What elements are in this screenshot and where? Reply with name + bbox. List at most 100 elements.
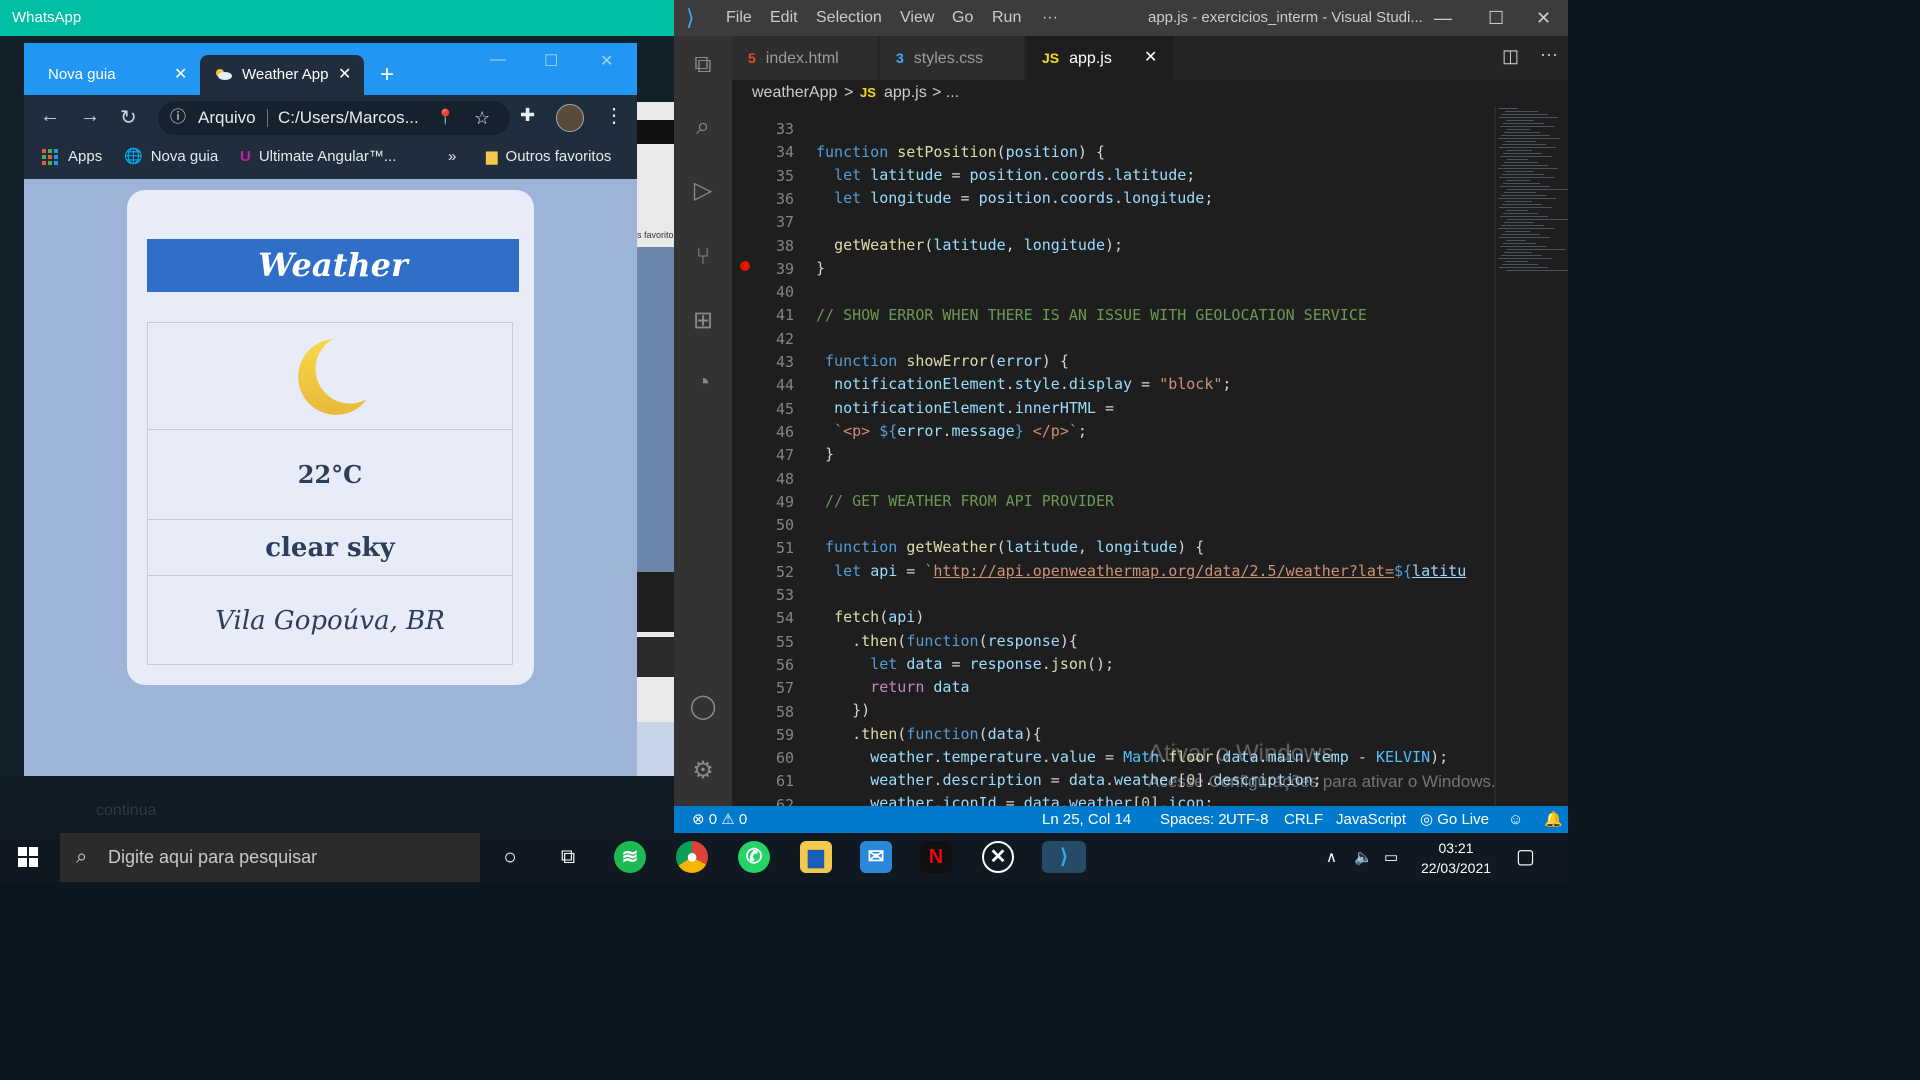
menu-go[interactable]: Go [952, 0, 973, 36]
mail-icon[interactable]: ✉ [860, 841, 892, 873]
minimap-line [1504, 192, 1536, 193]
tab-index-html[interactable]: 5 index.html [732, 36, 878, 80]
line-number: 46 [775, 422, 794, 441]
volume-icon[interactable]: 🔈 [1354, 833, 1373, 882]
minimize-icon[interactable]: — [490, 51, 506, 69]
tray-chevron-icon[interactable]: ∧ [1326, 833, 1337, 882]
tab-nova-guia[interactable]: Nova guia ✕ [24, 55, 196, 95]
menu-selection[interactable]: Selection [816, 0, 882, 36]
indentation[interactable]: Spaces: 2 [1160, 806, 1227, 833]
system-clock[interactable]: 03:21 22/03/2021 [1416, 838, 1496, 878]
action-center-icon[interactable]: ▢ [1516, 833, 1535, 882]
netflix-icon[interactable]: N [920, 841, 952, 873]
taskbar-search[interactable]: ⌕ Digite aqui para pesquisar [60, 833, 480, 882]
accounts-icon[interactable]: ◯ [688, 692, 718, 722]
breadcrumb-file[interactable]: app.js [884, 80, 927, 106]
forward-icon[interactable]: → [80, 105, 100, 128]
css3-icon: 3 [896, 50, 904, 66]
more-actions-icon[interactable]: ··· [1540, 44, 1558, 65]
minimize-icon[interactable]: — [1434, 0, 1452, 36]
menu-more[interactable]: ··· [1042, 0, 1058, 36]
close-icon[interactable]: ✕ [1144, 36, 1157, 80]
explorer-icon[interactable]: ⧉ [688, 50, 718, 80]
scrollbar[interactable] [1494, 106, 1496, 806]
settings-gear-icon[interactable]: ⚙ [688, 756, 718, 786]
encoding[interactable]: UTF-8 [1226, 806, 1269, 833]
more-menu-icon[interactable]: ⋮ [604, 103, 624, 128]
git-graph-icon[interactable]: ◔ [688, 368, 718, 398]
end-of-line[interactable]: CRLF [1284, 806, 1323, 833]
whatsapp-chat-text: continua [96, 802, 157, 819]
new-tab-button[interactable]: + [380, 55, 394, 95]
close-window-icon[interactable]: ✕ [1536, 0, 1551, 36]
network-icon[interactable]: ▭ [1384, 833, 1398, 882]
breadcrumb-folder[interactable]: weatherApp [752, 80, 837, 106]
bookmark-star-icon[interactable]: ☆ [474, 101, 490, 135]
spotify-icon[interactable]: ≋ [614, 841, 646, 873]
minimap-line [1501, 195, 1546, 196]
minimap-line [1506, 240, 1526, 241]
file-explorer-icon[interactable]: ▆ [800, 841, 832, 873]
breakpoint-marker[interactable] [740, 261, 750, 271]
tab-weather-app[interactable]: Weather App ✕ [200, 55, 364, 95]
bookmark-other-favorites[interactable]: ▆ Outros favoritos [486, 141, 611, 173]
extensions-puzzle-icon[interactable]: ✚ [520, 105, 535, 126]
maximize-icon[interactable]: ☐ [1488, 0, 1504, 36]
minimap[interactable] [1498, 106, 1568, 276]
xbox-icon[interactable]: ✕ [982, 841, 1014, 873]
close-window-icon[interactable]: ✕ [600, 51, 613, 71]
location-pin-icon[interactable]: 📍 [436, 101, 455, 135]
minimap-line [1500, 186, 1550, 187]
menu-edit[interactable]: Edit [770, 0, 798, 36]
tab-app-js[interactable]: JS app.js ✕ [1026, 36, 1174, 80]
minimap-line [1505, 231, 1530, 232]
info-icon[interactable]: ⓘ [170, 101, 186, 135]
globe-icon: 🌐 [124, 148, 143, 166]
cortana-icon[interactable]: ○ [494, 841, 526, 873]
back-icon[interactable]: ← [40, 105, 60, 128]
problems-indicator[interactable]: ⊗ 0 ⚠ 0 [692, 806, 747, 833]
minimap-line [1507, 249, 1566, 250]
maximize-icon[interactable]: ☐ [544, 51, 558, 71]
bookmark-ultimate-angular[interactable]: U Ultimate Angular™... [240, 141, 396, 173]
split-editor-icon[interactable]: ◫ [1502, 46, 1519, 67]
minimap-line [1504, 252, 1532, 253]
activation-watermark-text: Acesse Configurações para ativar o Windo… [1148, 772, 1496, 791]
language-mode[interactable]: JavaScript [1336, 806, 1406, 833]
tab-styles-css[interactable]: 3 styles.css [880, 36, 1024, 80]
minimap-line [1505, 141, 1536, 142]
bookmark-nova-guia[interactable]: 🌐 Nova guia [124, 141, 218, 173]
extensions-icon[interactable]: ⊞ [688, 306, 718, 336]
close-icon[interactable]: ✕ [338, 55, 351, 95]
menu-run[interactable]: Run [992, 0, 1021, 36]
reload-icon[interactable]: ↻ [120, 105, 137, 130]
cursor-position[interactable]: Ln 25, Col 14 [1042, 806, 1131, 833]
vscode-taskbar-icon[interactable]: ⟩ [1042, 841, 1086, 873]
taskbar: ⌕ Digite aqui para pesquisar ○ ⧉ ≋ ● ✆ ▆… [0, 833, 1568, 882]
source-control-icon[interactable]: ⑂ [688, 242, 718, 272]
line-number: 40 [775, 283, 794, 302]
clock-date: 22/03/2021 [1420, 860, 1492, 876]
whatsapp-icon[interactable]: ✆ [738, 841, 770, 873]
avatar[interactable] [556, 104, 584, 132]
address-bar[interactable]: ⓘ Arquivo C:/Users/Marcos... 📍 ☆ [158, 101, 510, 135]
task-view-icon[interactable]: ⧉ [552, 841, 584, 873]
close-icon[interactable]: ✕ [174, 55, 187, 95]
menu-file[interactable]: File [726, 0, 752, 36]
menu-view[interactable]: View [900, 0, 934, 36]
code-editor[interactable]: 33 34 35 36 37 38 39 40 41 42 43 44 45 46 47 48 49 50 51 52… [732, 106, 1568, 806]
chrome-icon[interactable]: ● [676, 841, 708, 873]
bookmark-apps[interactable]: Apps [42, 141, 102, 173]
breadcrumb: weatherApp > JS app.js > ... [732, 80, 1568, 106]
windows-start-icon[interactable] [18, 847, 38, 867]
bookmarks-overflow-button[interactable]: » [448, 141, 456, 173]
search-icon[interactable]: ⌕ [688, 112, 718, 142]
go-live-button[interactable]: ◎ Go Live [1420, 806, 1489, 833]
minimap-line [1502, 204, 1542, 205]
line-number: 51 [775, 539, 794, 558]
feedback-icon[interactable]: ☺ [1508, 806, 1523, 833]
line-number: 58 [775, 702, 794, 721]
minimap-line [1499, 237, 1550, 238]
run-debug-icon[interactable]: ▷ [688, 176, 718, 206]
notifications-bell-icon[interactable]: 🔔 [1544, 806, 1563, 833]
